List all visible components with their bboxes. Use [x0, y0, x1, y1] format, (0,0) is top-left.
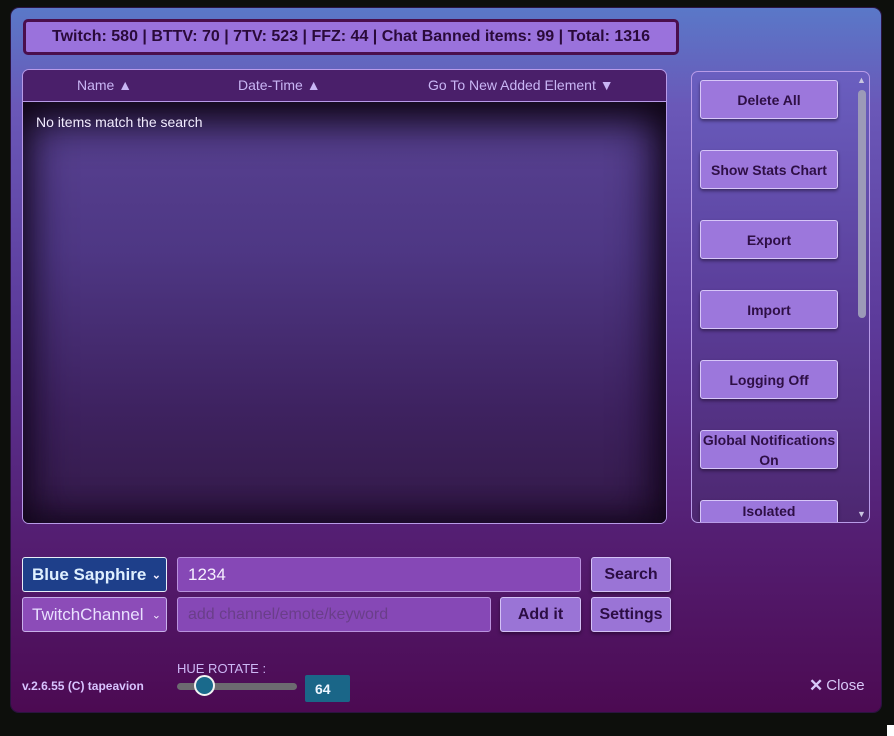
type-select-value: TwitchChannel [32, 604, 144, 624]
global-notifications-button[interactable]: Global Notifications On [700, 430, 838, 469]
search-button[interactable]: Search [591, 557, 671, 592]
isolated-button[interactable]: Isolated [700, 500, 838, 522]
show-stats-chart-button[interactable]: Show Stats Chart [700, 150, 838, 189]
sort-by-datetime-header[interactable]: Date-Time ▲ [238, 77, 321, 93]
hue-rotate-label: HUE ROTATE : [177, 661, 267, 676]
stats-text: Twitch: 580 | BTTV: 70 | 7TV: 523 | FFZ:… [52, 28, 650, 45]
add-item-placeholder: add channel/emote/keyword [188, 605, 389, 623]
stats-bar: Twitch: 580 | BTTV: 70 | 7TV: 523 | FFZ:… [23, 19, 679, 55]
x-icon: ✕ [809, 676, 824, 695]
add-item-input[interactable]: add channel/emote/keyword [177, 597, 491, 632]
corner-artifact [887, 725, 894, 736]
delete-all-button[interactable]: Delete All [700, 80, 838, 119]
close-button[interactable]: ✕ Close [809, 677, 865, 694]
hue-slider-thumb[interactable] [194, 675, 215, 696]
sort-by-name-header[interactable]: Name ▲ [77, 77, 132, 93]
logging-toggle-button[interactable]: Logging Off [700, 360, 838, 399]
chevron-down-icon: ⌄ [151, 569, 161, 581]
type-select[interactable]: TwitchChannel ⌄ [22, 597, 167, 632]
search-input[interactable]: 1234 [177, 557, 581, 592]
close-label: Close [826, 677, 865, 694]
hue-rotate-value: 64 [305, 675, 350, 702]
scroll-up-icon[interactable]: ▲ [857, 76, 866, 85]
version-label: v.2.6.55 (C) tapeavion [22, 679, 144, 693]
search-input-value: 1234 [188, 564, 226, 584]
list-header: Name ▲ Date-Time ▲ Go To New Added Eleme… [23, 70, 666, 102]
import-button[interactable]: Import [700, 290, 838, 329]
action-sidebar[interactable]: Delete All Show Stats Chart Export Impor… [691, 71, 870, 523]
theme-select-value: Blue Sapphire [32, 564, 147, 584]
scroll-thumb[interactable] [858, 90, 866, 318]
settings-button[interactable]: Settings [591, 597, 671, 632]
list-shading [23, 102, 666, 523]
theme-select[interactable]: Blue Sapphire ⌄ [22, 557, 167, 592]
export-button[interactable]: Export [700, 220, 838, 259]
chevron-down-icon: ⌄ [151, 609, 161, 621]
add-it-button[interactable]: Add it [500, 597, 581, 632]
empty-list-message: No items match the search [36, 114, 203, 130]
sidebar-scrollbar[interactable]: ▲ ▼ [855, 72, 869, 522]
go-to-new-element-header[interactable]: Go To New Added Element ▼ [428, 77, 614, 93]
scroll-down-icon[interactable]: ▼ [857, 510, 866, 519]
items-list[interactable]: Name ▲ Date-Time ▲ Go To New Added Eleme… [22, 69, 667, 524]
